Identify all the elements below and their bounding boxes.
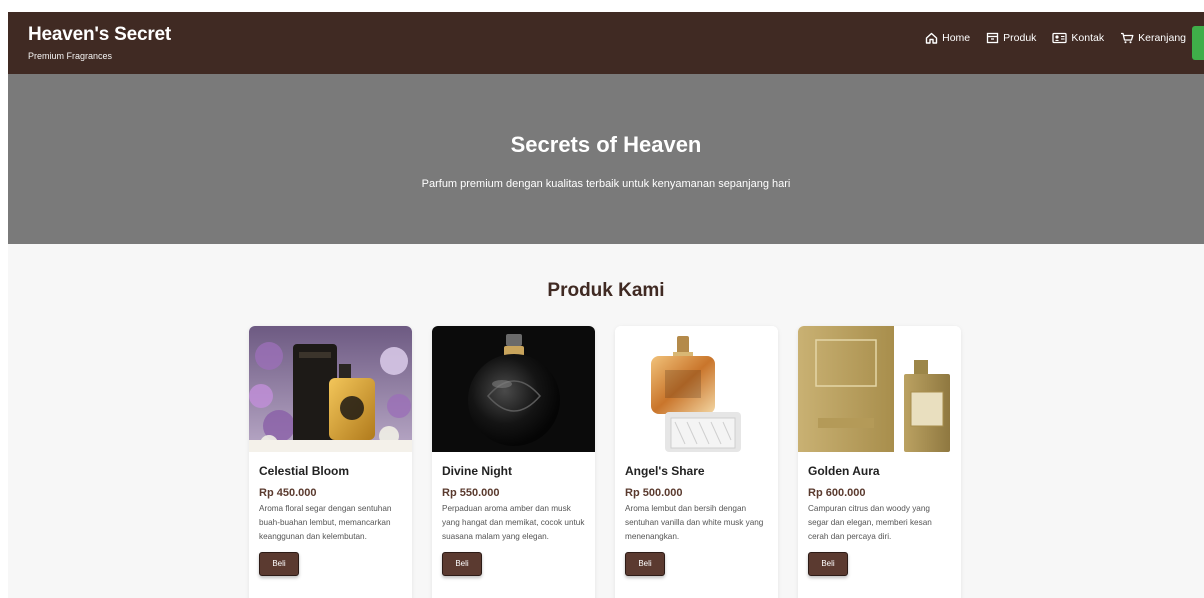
- product-price: Rp 600.000: [808, 487, 866, 499]
- brand-title: Heaven's Secret: [28, 24, 172, 45]
- product-card: Angel's Share Rp 500.000 Aroma lembut da…: [615, 326, 778, 598]
- nav-keranjang-label: Keranjang: [1138, 32, 1186, 44]
- brand[interactable]: Heaven's Secret Premium Fragrances: [28, 24, 171, 61]
- main-nav: Home Produk Kontak Keranjang: [925, 32, 1186, 44]
- site-header: Heaven's Secret Premium Fragrances Home …: [8, 12, 1204, 74]
- product-price: Rp 550.000: [442, 487, 500, 499]
- hero-title: Secrets of Heaven: [510, 132, 702, 157]
- products-section-title: Produk Kami: [547, 280, 665, 301]
- product-card: Golden Aura Rp 600.000 Campuran citrus d…: [798, 326, 961, 598]
- product-card: Divine Night Rp 550.000 Perpaduan aroma …: [432, 326, 595, 598]
- page: Heaven's Secret Premium Fragrances Home …: [8, 12, 1204, 598]
- product-name: Celestial Bloom: [259, 464, 350, 478]
- product-description: Aroma floral segar dengan sentuhan buah-…: [259, 504, 392, 541]
- buy-button[interactable]: Beli: [625, 552, 665, 576]
- cart-icon: [1121, 32, 1134, 44]
- buy-button[interactable]: Beli: [808, 552, 848, 576]
- hero-subtitle: Parfum premium dengan kualitas terbaik u…: [421, 178, 791, 190]
- buy-button[interactable]: Beli: [259, 552, 299, 576]
- nav-produk-label: Produk: [1003, 32, 1037, 44]
- product-description: Aroma lembut dan bersih dengan sentuhan …: [625, 504, 764, 541]
- product-price: Rp 450.000: [259, 487, 317, 499]
- product-price: Rp 500.000: [625, 487, 683, 499]
- product-name: Golden Aura: [808, 464, 880, 478]
- brand-tagline: Premium Fragrances: [28, 51, 113, 61]
- nav-keranjang[interactable]: Keranjang: [1120, 32, 1186, 44]
- home-icon: [925, 32, 938, 44]
- nav-home-label: Home: [942, 32, 971, 44]
- buy-button[interactable]: Beli: [442, 552, 482, 576]
- nav-kontak-label: Kontak: [1071, 32, 1105, 44]
- product-image-golden-aura: [798, 326, 961, 452]
- product-description: Perpaduan aroma amber dan musk yang hang…: [442, 504, 585, 541]
- nav-kontak[interactable]: Kontak: [1052, 32, 1104, 44]
- product-name: Divine Night: [442, 464, 513, 478]
- product-grid: Celestial Bloom Rp 450.000 Aroma floral …: [249, 326, 961, 598]
- product-card: Celestial Bloom Rp 450.000 Aroma floral …: [249, 326, 412, 598]
- hero-banner: Secrets of Heaven Parfum premium dengan …: [8, 74, 1204, 244]
- contact-card-icon: [1052, 32, 1068, 44]
- product-description: Campuran citrus dan woody yang segar dan…: [808, 504, 932, 541]
- product-image-divine-night: [432, 326, 595, 452]
- floating-side-button[interactable]: [1192, 26, 1204, 60]
- box-icon: [986, 32, 999, 44]
- nav-produk[interactable]: Produk: [986, 32, 1036, 44]
- nav-home[interactable]: Home: [925, 32, 970, 44]
- product-image-angels-share: [615, 326, 778, 452]
- product-name: Angel's Share: [625, 464, 705, 478]
- product-image-celestial-bloom: [249, 326, 412, 452]
